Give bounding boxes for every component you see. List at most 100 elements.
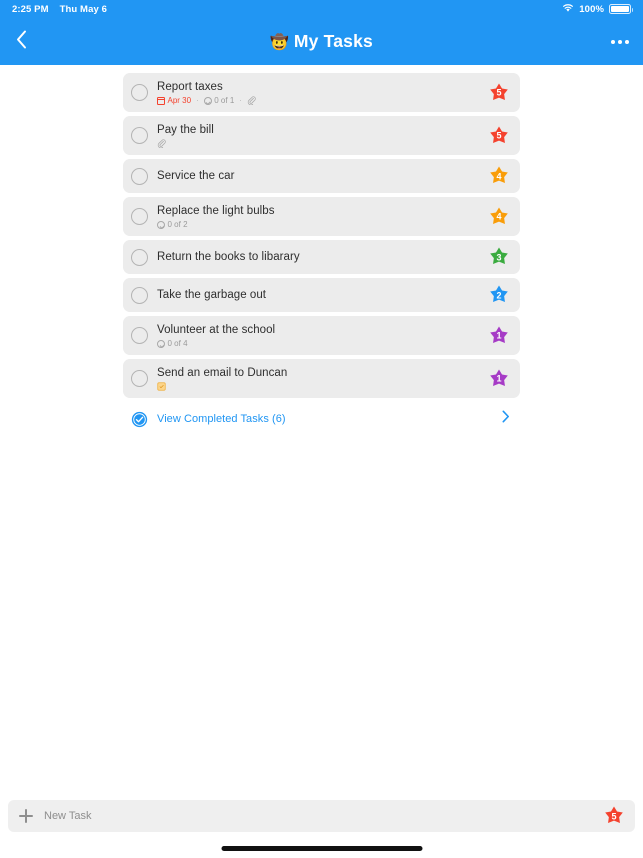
task-meta <box>157 382 480 391</box>
task-checkbox[interactable] <box>131 248 148 266</box>
task-body: Take the garbage out <box>157 288 480 302</box>
page-title-text: My Tasks <box>293 31 373 51</box>
task-title: Send an email to Duncan <box>157 367 288 379</box>
task-subtask-count: 0 of 4 <box>157 339 188 349</box>
task-subtask-count-text: 0 of 1 <box>214 95 235 105</box>
task-body: Replace the light bulbs 0 of 2 <box>157 204 480 230</box>
priority-star-badge[interactable]: 2 <box>488 284 510 306</box>
priority-star-value: 5 <box>496 130 502 141</box>
task-title: Return the books to libarary <box>157 251 300 263</box>
task-body: Pay the bill <box>157 123 480 149</box>
plus-icon <box>19 809 33 823</box>
task-meta: Apr 30 · 0 of 1 · <box>157 96 480 106</box>
ellipsis-icon-dot <box>611 39 615 44</box>
task-body: Report taxes Apr 30 · 0 of 1 · <box>157 80 480 106</box>
home-indicator <box>221 846 422 851</box>
task-attachment-indicator <box>157 139 166 149</box>
priority-star-badge[interactable]: 4 <box>488 165 510 187</box>
task-list: Report taxes Apr 30 · 0 of 1 · 5 Pay the bill 5… <box>0 65 643 436</box>
priority-star-value: 4 <box>496 171 502 181</box>
paperclip-icon <box>247 96 256 106</box>
chevron-right-icon <box>502 410 510 428</box>
cowboy-emoji-icon: 🤠 <box>270 33 289 51</box>
ellipsis-icon-dot <box>618 39 622 44</box>
task-row[interactable]: Report taxes Apr 30 · 0 of 1 · 5 <box>123 73 520 112</box>
status-bar-date: Thu May 6 <box>59 3 107 15</box>
task-body: Volunteer at the school 0 of 4 <box>157 323 480 349</box>
task-row[interactable]: Replace the light bulbs 0 of 2 4 <box>123 197 520 236</box>
app-root: 2:25 PM Thu May 6 100% 🤠 My Tasks Report… <box>0 0 643 858</box>
view-completed-tasks-label: View Completed Tasks (6) <box>157 413 286 425</box>
task-subtask-count-text: 0 of 2 <box>167 219 188 229</box>
check-circle-icon <box>157 339 165 348</box>
task-checkbox[interactable] <box>131 370 148 387</box>
task-row[interactable]: Pay the bill 5 <box>123 116 520 155</box>
task-checkbox[interactable] <box>131 208 148 225</box>
task-row[interactable]: Service the car 4 <box>123 159 520 193</box>
new-task-input[interactable] <box>44 810 595 822</box>
task-title: Report taxes <box>157 80 223 93</box>
task-body: Service the car <box>157 169 480 183</box>
more-options-button[interactable] <box>597 18 643 65</box>
note-icon <box>157 382 166 391</box>
task-title: Pay the bill <box>157 124 214 136</box>
priority-star-badge[interactable]: 3 <box>488 246 510 268</box>
task-body: Send an email to Duncan <box>157 366 480 391</box>
task-title: Volunteer at the school <box>157 323 276 336</box>
task-meta: 0 of 2 <box>157 220 480 230</box>
ellipsis-icon-dot <box>625 39 629 44</box>
chevron-left-icon <box>16 30 27 54</box>
wifi-icon <box>562 3 574 16</box>
status-bar-time: 2:25 PM <box>12 3 49 15</box>
check-circle-icon <box>131 411 148 428</box>
task-row[interactable]: Take the garbage out 2 <box>123 278 520 312</box>
task-due-date-text: Apr 30 <box>167 95 192 105</box>
priority-star-value: 1 <box>496 373 502 384</box>
status-bar: 2:25 PM Thu May 6 100% <box>0 0 643 18</box>
task-note-indicator <box>157 382 166 391</box>
new-task-bar[interactable]: 5 <box>8 800 635 832</box>
task-checkbox[interactable] <box>131 286 148 304</box>
task-checkbox[interactable] <box>131 84 148 101</box>
task-body: Return the books to libarary <box>157 250 480 264</box>
check-circle-icon <box>203 96 212 105</box>
priority-star-value: 5 <box>496 87 502 98</box>
meta-separator: · <box>196 95 199 105</box>
task-title: Replace the light bulbs <box>157 204 275 217</box>
task-subtask-count: 0 of 1 <box>203 95 235 106</box>
view-completed-tasks-row[interactable]: View Completed Tasks (6) <box>123 402 520 436</box>
paperclip-icon <box>157 139 166 149</box>
priority-star-badge[interactable]: 5 <box>488 82 510 104</box>
priority-star-badge[interactable]: 5 <box>488 125 510 147</box>
meta-separator: · <box>239 95 242 105</box>
task-title: Service the car <box>157 170 235 182</box>
priority-star-value: 1 <box>496 330 502 341</box>
priority-star-badge[interactable]: 4 <box>488 206 510 228</box>
task-row[interactable]: Send an email to Duncan 1 <box>123 359 520 398</box>
task-due-date: Apr 30 <box>157 96 191 106</box>
page-title: 🤠 My Tasks <box>0 31 643 52</box>
priority-star-value: 3 <box>496 252 502 262</box>
battery-full-icon <box>609 4 633 14</box>
priority-star-badge[interactable]: 5 <box>603 805 625 827</box>
task-checkbox[interactable] <box>131 127 148 144</box>
priority-star-value: 2 <box>496 290 502 300</box>
task-meta: 0 of 4 <box>157 339 480 349</box>
task-subtask-count-text: 0 of 4 <box>167 338 188 348</box>
task-checkbox[interactable] <box>131 327 148 344</box>
calendar-icon <box>157 96 165 105</box>
task-attachment-indicator <box>247 96 256 106</box>
task-checkbox[interactable] <box>131 167 148 185</box>
task-row[interactable]: Volunteer at the school 0 of 4 1 <box>123 316 520 355</box>
task-meta <box>157 139 480 149</box>
task-subtask-count: 0 of 2 <box>157 220 188 230</box>
check-circle-icon <box>157 220 165 229</box>
task-title: Take the garbage out <box>157 289 267 301</box>
status-bar-right: 100% <box>562 3 633 16</box>
priority-star-badge[interactable]: 1 <box>488 325 510 347</box>
priority-star-value: 4 <box>496 211 502 222</box>
battery-percent: 100% <box>579 3 604 15</box>
priority-star-badge[interactable]: 1 <box>488 368 510 390</box>
back-button[interactable] <box>0 18 42 65</box>
task-row[interactable]: Return the books to libarary 3 <box>123 240 520 274</box>
